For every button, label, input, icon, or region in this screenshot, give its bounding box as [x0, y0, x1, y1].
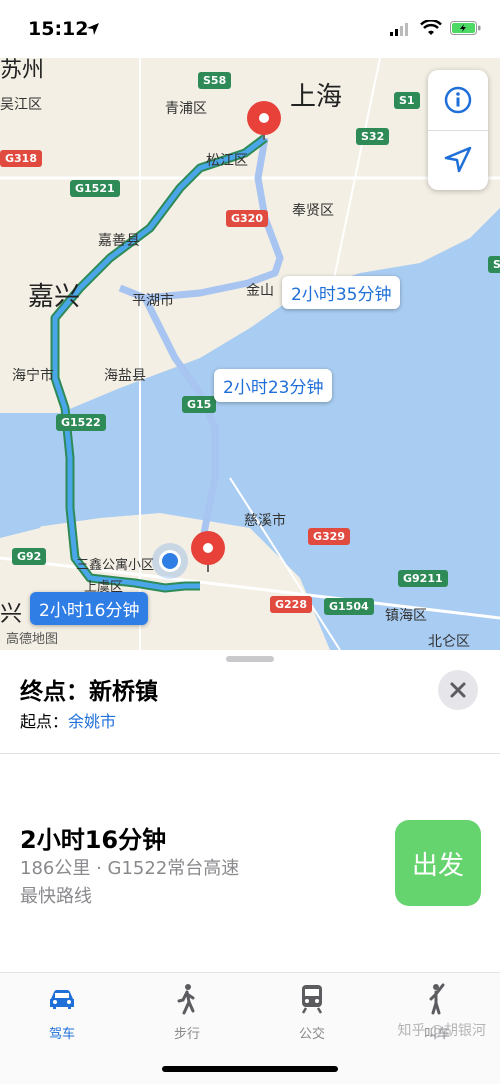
destination-name: 新桥镇 — [89, 679, 158, 705]
hailing-icon — [429, 983, 445, 1015]
status-time: 15:12 — [28, 18, 89, 40]
status-bar: 15:12 — [0, 0, 500, 58]
highway-shield: G9211 — [398, 570, 448, 587]
map-view[interactable]: 上海 嘉兴 青浦区 松江区 嘉善县 奉贤区 平湖市 金山 海宁市 海盐县 慈溪市… — [0, 58, 500, 650]
map-attribution: 高德地图 — [6, 632, 59, 647]
map-place-label: 三鑫公寓小区 — [76, 558, 155, 573]
highway-shield: G320 — [226, 210, 268, 227]
map-controls — [428, 70, 488, 190]
selected-route-time-label[interactable]: 2小时16分钟 — [30, 592, 149, 625]
map-place-label: 金山 — [246, 283, 274, 299]
locate-button[interactable] — [428, 130, 488, 190]
map-place-label: 北仑区 — [428, 634, 470, 650]
origin-link[interactable]: 余姚市 — [68, 712, 116, 731]
map-place-label: 苏州 — [0, 58, 45, 83]
battery-icon — [450, 21, 481, 35]
highway-shield: G1521 — [70, 180, 120, 197]
wifi-icon — [420, 20, 442, 35]
origin-row: 起点：余姚市 — [20, 708, 116, 732]
map-place-label: 嘉善县 — [98, 233, 140, 249]
train-icon — [301, 985, 323, 1014]
current-location-dot — [152, 543, 188, 579]
close-button[interactable] — [438, 670, 478, 710]
destination-title: 终点：新桥镇 — [20, 672, 158, 706]
highway-shield: S32 — [356, 128, 390, 145]
origin-prefix: 起点： — [20, 712, 69, 731]
home-indicator[interactable] — [162, 1066, 338, 1072]
map-place-label: 慈溪市 — [244, 513, 286, 529]
tab-label: 步行 — [173, 1027, 200, 1042]
location-arrow-icon — [444, 146, 472, 173]
highway-shield: S58 — [198, 72, 232, 89]
route-detail: 186公里 · G1522常台高速 — [20, 858, 240, 879]
car-icon — [50, 990, 74, 1009]
highway-shield: G329 — [308, 528, 350, 545]
highway-shield: G15 — [182, 396, 217, 413]
map-city-label: 上海 — [290, 82, 343, 112]
highway-shield: G318 — [0, 150, 42, 167]
info-button[interactable] — [428, 70, 488, 131]
tab-label: 驾车 — [48, 1027, 75, 1042]
route-duration: 2小时16分钟 — [20, 826, 167, 854]
panel-divider — [0, 753, 500, 754]
map-place-label: 奉贤区 — [292, 203, 334, 219]
tab-walk[interactable]: 步行 — [137, 981, 237, 1042]
map-city-label: 嘉兴 — [28, 282, 81, 312]
highway-shield: G1522 — [56, 414, 106, 431]
highway-shield: G1504 — [324, 598, 374, 615]
route-time-label[interactable]: 2小时23分钟 — [214, 369, 333, 402]
map-place-label: 吴江区 — [0, 97, 42, 113]
map-place-label: 松江区 — [206, 153, 248, 169]
location-services-icon — [87, 23, 99, 35]
signal-icon — [390, 23, 408, 36]
tab-transit[interactable]: 公交 — [262, 981, 362, 1042]
close-icon — [450, 682, 466, 698]
highway-shield: G92 — [12, 548, 47, 565]
map-place-label: 平湖市 — [132, 293, 174, 309]
highway-shield: S — [488, 256, 500, 273]
tab-label: 公交 — [298, 1027, 325, 1042]
map-place-label: 海盐县 — [104, 368, 146, 384]
info-icon — [444, 86, 472, 114]
highway-shield: S1 — [394, 92, 420, 109]
go-button[interactable]: 出发 — [395, 820, 481, 906]
route-time-label[interactable]: 2小时35分钟 — [282, 276, 401, 309]
map-place-label: 镇海区 — [385, 608, 427, 624]
tab-drive[interactable]: 驾车 — [12, 981, 112, 1042]
map-canvas[interactable] — [0, 58, 500, 650]
map-place-label: 青浦区 — [165, 101, 207, 117]
watermark: 知乎 @胡银河 — [397, 1023, 486, 1039]
destination-prefix: 终点： — [20, 679, 89, 705]
panel-grabber[interactable] — [226, 656, 274, 662]
map-place-label: 兴 — [0, 602, 23, 627]
route-note: 最快路线 — [20, 886, 92, 907]
map-place-label: 海宁市 — [12, 368, 54, 384]
highway-shield: G228 — [270, 596, 312, 613]
walking-icon — [177, 984, 195, 1015]
